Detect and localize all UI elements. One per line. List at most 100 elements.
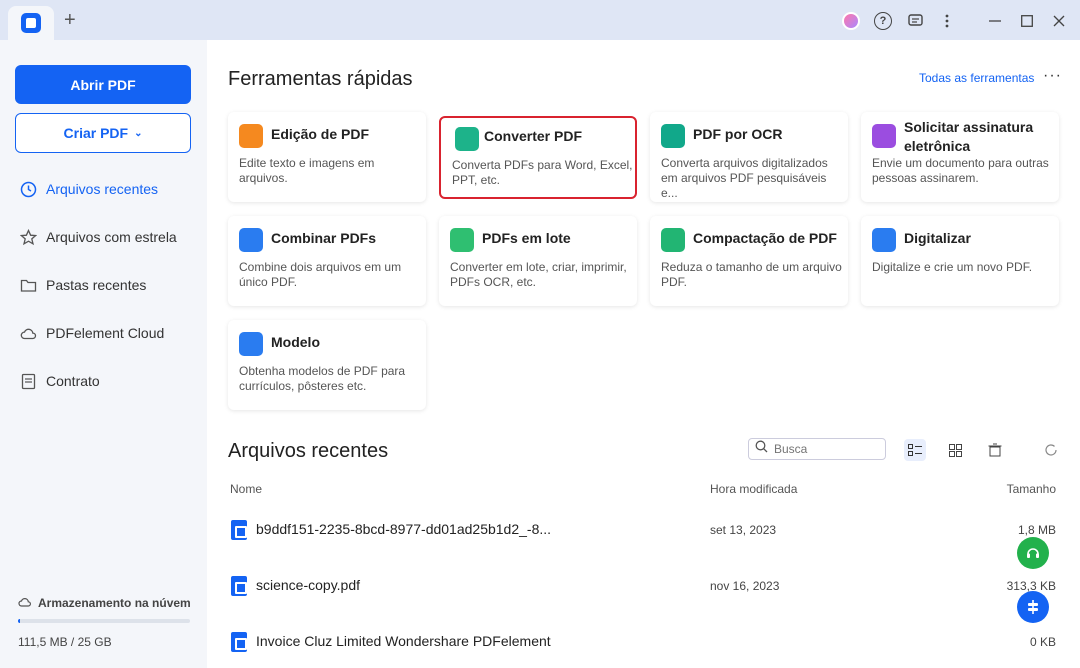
tool-card-title: Solicitar assinatura eletrônica: [904, 119, 1034, 154]
tool-card-title: Digitalizar: [904, 230, 971, 246]
title-bar: + ?: [0, 0, 1080, 40]
storage-value: 111,5 MB / 25 GB: [18, 635, 112, 649]
tool-card-desc: Converta arquivos digitalizados em arqui…: [661, 156, 828, 200]
scanner-icon: [872, 228, 896, 252]
list-view-icon[interactable]: [904, 439, 926, 461]
feedback-icon[interactable]: [906, 12, 924, 30]
tool-card-title: Edição de PDF: [271, 126, 370, 142]
split-panel-icon[interactable]: [1017, 591, 1049, 623]
batch-icon: [450, 228, 474, 252]
tool-card-edit-pdf[interactable]: Edição de PDF Edite texto e imagens em a…: [228, 112, 426, 202]
signature-icon: [872, 124, 896, 148]
sidebar-item-starred-files[interactable]: Arquivos com estrela: [19, 225, 200, 249]
search-box[interactable]: [748, 438, 886, 460]
sidebar-item-label: PDFelement Cloud: [46, 325, 165, 341]
edit-pdf-icon: [239, 124, 263, 148]
tool-card-desc: Obtenha modelos de PDF para currículos, …: [239, 364, 406, 393]
column-header-modified[interactable]: Hora modificada: [710, 482, 797, 496]
minimize-icon[interactable]: [986, 12, 1004, 30]
home-tab[interactable]: [8, 6, 54, 40]
more-horizontal-icon[interactable]: ···: [1043, 67, 1062, 85]
sidebar-item-contract[interactable]: Contrato: [20, 369, 200, 393]
sidebar-item-cloud[interactable]: PDFelement Cloud: [20, 321, 200, 345]
file-row[interactable]: b9ddf151-2235-8bcd-8977-dd01ad25b1d2_-8.…: [207, 502, 1080, 558]
create-pdf-button[interactable]: Criar PDF ⌄: [15, 113, 191, 153]
tool-card-desc: Converter em lote, criar, imprimir, PDFs…: [450, 260, 627, 289]
tool-card-ocr[interactable]: PDF por OCR Converta arquivos digitaliza…: [650, 112, 848, 202]
file-modified: nov 16, 2023: [710, 579, 780, 593]
support-headset-icon[interactable]: [1017, 537, 1049, 569]
trash-icon[interactable]: [984, 439, 1006, 461]
file-name: science-copy.pdf: [256, 577, 361, 593]
maximize-icon[interactable]: [1018, 12, 1036, 30]
recent-files-title: Arquivos recentes: [228, 440, 389, 462]
tool-card-desc: Reduza o tamanho de um arquivo PDF.: [661, 260, 842, 289]
tool-card-desc: Combine dois arquivos em um único PDF.: [239, 260, 402, 289]
file-modified: set 13, 2023: [710, 523, 777, 537]
main-panel: Ferramentas rápidas Todas as ferramentas…: [207, 40, 1080, 668]
column-header-size[interactable]: Tamanho: [1007, 482, 1056, 496]
chevron-down-icon: ⌄: [134, 127, 143, 139]
pdf-file-icon: [231, 632, 247, 652]
tool-card-desc: Edite texto e imagens em arquivos.: [239, 156, 375, 185]
tool-card-title: Converter PDF: [484, 128, 583, 144]
avatar-icon[interactable]: [842, 12, 860, 30]
sidebar-item-recent-files[interactable]: Arquivos recentes: [20, 177, 200, 201]
file-size: 1,8 MB: [1017, 523, 1056, 537]
sidebar-item-label: Contrato: [46, 373, 100, 389]
tool-card-template[interactable]: Modelo Obtenha modelos de PDF para currí…: [228, 320, 426, 410]
clock-icon: [20, 181, 37, 198]
quick-tools-title: Ferramentas rápidas: [228, 68, 413, 90]
tool-card-batch[interactable]: PDFs em lote Converter em lote, criar, i…: [439, 216, 637, 306]
tool-card-desc: Digitalize e crie um novo PDF.: [872, 260, 1033, 274]
more-vertical-icon[interactable]: [938, 12, 956, 30]
tool-card-signature[interactable]: Solicitar assinatura eletrônica Envie um…: [861, 112, 1059, 202]
document-icon: [20, 373, 37, 390]
sidebar-item-label: Arquivos recentes: [46, 181, 159, 197]
close-icon[interactable]: [1050, 12, 1068, 30]
cloud-icon: [18, 596, 32, 611]
create-pdf-label: Criar PDF: [63, 125, 129, 141]
sidebar: Abrir PDF Criar PDF ⌄ Arquivos recentes …: [0, 40, 207, 668]
help-icon[interactable]: ?: [874, 12, 892, 30]
file-name: b9ddf151-2235-8bcd-8977-dd01ad25b1d2_-8.…: [256, 521, 552, 537]
tool-card-desc: Converta PDFs para Word, Excel, PPT, etc…: [452, 158, 633, 187]
sidebar-item-recent-folders[interactable]: Pastas recentes: [20, 273, 200, 297]
file-name: Invoice Cluz Limited Wondershare PDFelem…: [256, 633, 551, 649]
storage-label: Armazenamento na núvem: [38, 596, 191, 610]
folder-icon: [20, 277, 37, 294]
tool-card-title: Modelo: [271, 334, 320, 350]
grid-view-icon[interactable]: [944, 439, 966, 461]
tool-card-title: PDF por OCR: [693, 126, 783, 142]
search-icon: [755, 440, 768, 458]
pdf-file-icon: [231, 520, 247, 540]
tool-card-convert-pdf[interactable]: Converter PDF Converta PDFs para Word, E…: [439, 116, 637, 199]
app-logo-icon: [21, 13, 41, 33]
file-row[interactable]: Invoice Cluz Limited Wondershare PDFelem…: [207, 614, 1080, 668]
pdf-file-icon: [231, 576, 247, 596]
search-input[interactable]: [774, 442, 874, 456]
tool-card-title: PDFs em lote: [482, 230, 571, 246]
tool-card-compress[interactable]: Compactação de PDF Reduza o tamanho de u…: [650, 216, 848, 306]
sidebar-item-label: Arquivos com estrela: [46, 229, 177, 245]
sidebar-item-label: Pastas recentes: [46, 277, 147, 293]
file-size: 0 KB: [1029, 635, 1056, 649]
new-tab-plus-icon[interactable]: +: [64, 10, 76, 30]
storage-progress-bar: [18, 619, 190, 623]
tool-card-desc: Envie um documento para outras pessoas a…: [872, 156, 1049, 185]
open-pdf-button[interactable]: Abrir PDF: [15, 65, 191, 104]
all-tools-link[interactable]: Todas as ferramentas: [919, 71, 1034, 85]
cloud-storage[interactable]: Armazenamento na núvem 111,5 MB / 25 GB: [18, 596, 193, 649]
template-icon: [239, 332, 263, 356]
ocr-icon: [661, 124, 685, 148]
convert-pdf-icon: [455, 127, 479, 151]
tool-card-title: Combinar PDFs: [271, 230, 377, 246]
file-row[interactable]: science-copy.pdf nov 16, 2023 313,3 KB: [207, 558, 1080, 614]
combine-icon: [239, 228, 263, 252]
tool-card-combine[interactable]: Combinar PDFs Combine dois arquivos em u…: [228, 216, 426, 306]
star-icon: [19, 228, 38, 246]
compress-icon: [661, 228, 685, 252]
column-header-name[interactable]: Nome: [230, 482, 262, 496]
refresh-icon[interactable]: [1040, 439, 1062, 461]
tool-card-scanner[interactable]: Digitalizar Digitalize e crie um novo PD…: [861, 216, 1059, 306]
